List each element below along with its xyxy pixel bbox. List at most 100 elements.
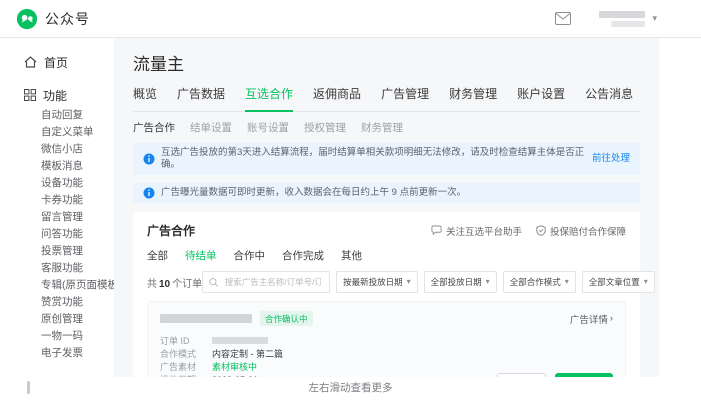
sidebar: 首页 功能 自动回复 自定义菜单 微信小店 模板消息 设备功能 卡券功能 留言管…: [0, 38, 122, 377]
main-content: 流量主 概览 广告数据 互选合作 返佣商品 广告管理 财务管理 账户设置 公告消…: [114, 38, 659, 377]
follow-assistant-label: 关注互选平台助手: [445, 226, 522, 238]
card-header-links: 关注互选平台助手 投保赔付合作保障: [431, 224, 626, 238]
field-value-material-status: 素材审核中: [212, 362, 258, 372]
sidebar-item-album-page-template[interactable]: 专辑(原页面模板): [0, 277, 122, 294]
cooperation-mode-filter-dropdown[interactable]: 全部合作模式 ▾: [502, 271, 576, 293]
tab-account-settings[interactable]: 账户设置: [517, 85, 565, 111]
wechat-mp-logo-icon: [16, 8, 38, 29]
account-menu[interactable]: ▾: [599, 10, 657, 27]
tab-rebate-products[interactable]: 返佣商品: [313, 85, 361, 111]
field-ad-material: 广告素材 素材审核中: [160, 360, 613, 373]
search-icon: [209, 277, 219, 287]
notice-action-link[interactable]: 前往处理: [592, 153, 630, 165]
chevron-down-icon: ▾: [564, 277, 569, 286]
main-layout: 首页 功能 自动回复 自定义菜单 微信小店 模板消息 设备功能 卡券功能 留言管…: [0, 38, 701, 377]
brand[interactable]: 公众号: [16, 8, 90, 30]
order-search-box: [202, 271, 331, 293]
subtab-account-settings[interactable]: 账号设置: [247, 120, 289, 135]
filter-cooperating[interactable]: 合作中: [234, 248, 266, 263]
guarantee-label: 投保赔付合作保障: [549, 226, 626, 238]
subtab-ad-cooperation[interactable]: 广告合作: [133, 120, 175, 135]
tab-ad-management[interactable]: 广告管理: [381, 85, 429, 111]
swipe-hint: 左右滑动查看更多: [308, 382, 393, 394]
tab-overview[interactable]: 概览: [133, 85, 157, 111]
subtab-authorization-management[interactable]: 授权管理: [304, 120, 346, 135]
ad-cooperation-card: 广告合作 关注互选平台助手 投保赔付合作保障 全部 待结单 合作中 合作完成 其…: [133, 212, 655, 377]
notice-text: 互选广告投放的第3天进入结算流程，届时结算单相关款项明细无法修改，请及时检查结算…: [161, 147, 585, 170]
chat-bubble-icon: [431, 225, 442, 236]
chevron-right-icon: ›: [609, 313, 613, 324]
filter-pending-settlement[interactable]: 待结单: [185, 248, 217, 263]
subtab-settlement-settings[interactable]: 结单设置: [190, 120, 232, 135]
sidebar-item-e-invoice[interactable]: 电子发票: [0, 345, 114, 362]
sidebar-item-mini-store[interactable]: 微信小店: [0, 141, 114, 158]
chevron-down-icon: ▾: [643, 277, 648, 286]
article-position-filter-dropdown[interactable]: 全部文章位置 ▾: [581, 271, 655, 293]
field-cooperation-mode: 合作模式 内容定制 - 第二篇: [160, 347, 613, 360]
order-count-prefix: 共: [147, 278, 157, 290]
order-count-number: 10: [159, 278, 171, 290]
field-value: 2023-05-01: [212, 375, 258, 378]
subtab-finance-management[interactable]: 财务管理: [361, 120, 403, 135]
order-fields: 订单 ID 合作模式 内容定制 - 第二篇 广告素材 素材审核中 投放日期: [160, 334, 613, 377]
sidebar-item-template-message[interactable]: 模板消息: [0, 158, 114, 175]
sidebar-item-vote-management[interactable]: 投票管理: [0, 243, 114, 260]
sidebar-function-list: 自动回复 自定义菜单 微信小店 模板消息 设备功能 卡券功能 留言管理 问答功能…: [0, 107, 122, 362]
card-title: 广告合作: [147, 224, 196, 238]
follow-assistant-link[interactable]: 关注互选平台助手: [431, 224, 522, 238]
sidebar-item-card-coupon[interactable]: 卡券功能: [0, 192, 114, 209]
tab-announcements[interactable]: 公告消息: [585, 85, 633, 111]
order-count-suffix: 个订单: [172, 278, 203, 290]
sidebar-item-customer-service[interactable]: 客服功能: [0, 260, 114, 277]
sidebar-item-qa-feature[interactable]: 问答功能: [0, 226, 114, 243]
sidebar-item-custom-menu[interactable]: 自定义菜单: [0, 124, 114, 141]
filter-all[interactable]: 全部: [147, 248, 168, 263]
main-tabs: 概览 广告数据 互选合作 返佣商品 广告管理 财务管理 账户设置 公告消息: [133, 85, 640, 112]
sidebar-item-one-item-one-code[interactable]: 一物一码: [0, 328, 114, 345]
sidebar-item-home[interactable]: 首页: [0, 52, 114, 72]
field-label: 投放日期: [160, 373, 212, 377]
field-label: 合作模式: [160, 349, 197, 359]
notice-settlement: 互选广告投放的第3天进入结算流程，届时结算单相关款项明细无法修改，请及时检查结算…: [133, 143, 640, 175]
filter-completed[interactable]: 合作完成: [282, 248, 324, 263]
home-icon: [24, 56, 37, 68]
chevron-down-icon: ▾: [652, 13, 657, 23]
info-icon: [143, 153, 155, 165]
accept-order-button[interactable]: 确认接单: [554, 373, 613, 377]
grid-icon: [24, 89, 36, 101]
delivery-date-filter-dropdown[interactable]: 全部投放日期 ▾: [423, 271, 497, 293]
field-value: 内容定制 - 第二篇: [212, 349, 283, 359]
order-id-redacted: [212, 337, 268, 344]
tab-mutual-cooperation[interactable]: 互选合作: [245, 85, 294, 112]
tab-ad-data[interactable]: 广告数据: [177, 85, 225, 111]
brand-name: 公众号: [45, 10, 90, 27]
order-actions: 剩余 13 小时 拒绝 确认接单: [424, 373, 613, 377]
sidebar-item-comment-management[interactable]: 留言管理: [0, 209, 114, 226]
order-header: 合作确认中 广告详情 ›: [160, 311, 613, 326]
sidebar-section-functions[interactable]: 功能: [0, 86, 114, 104]
mail-icon[interactable]: [555, 12, 572, 25]
card-header: 广告合作 关注互选平台助手 投保赔付合作保障: [147, 222, 626, 239]
page-title: 流量主: [133, 55, 184, 74]
sort-dropdown-label: 按最新投放日期: [343, 277, 403, 287]
guarantee-link[interactable]: 投保赔付合作保障: [536, 224, 626, 238]
sidebar-item-auto-reply[interactable]: 自动回复: [0, 107, 114, 124]
advertiser-name-redacted: [160, 314, 252, 323]
ad-detail-label: 广告详情: [569, 314, 608, 326]
sidebar-item-device-feature[interactable]: 设备功能: [0, 175, 114, 192]
chevron-down-icon: ▾: [406, 277, 411, 286]
sidebar-item-original-management[interactable]: 原创管理: [0, 311, 114, 328]
reject-button[interactable]: 拒绝: [496, 373, 546, 377]
sidebar-item-reward-feature[interactable]: 赞赏功能: [0, 294, 114, 311]
tab-finance-management[interactable]: 财务管理: [449, 85, 497, 111]
topbar-right: ▾: [555, 10, 657, 27]
search-input[interactable]: [222, 276, 324, 288]
ad-detail-link[interactable]: 广告详情 ›: [570, 312, 613, 326]
position-filter-label: 全部文章位置: [588, 277, 640, 287]
notice-text: 广告曝光量数据可即时更新，收入数据会在每日约上午 9 点前更新一次。: [161, 187, 467, 198]
sort-latest-date-dropdown[interactable]: 按最新投放日期 ▾: [336, 271, 418, 293]
chevron-down-icon: ▾: [485, 277, 490, 286]
filter-other[interactable]: 其他: [341, 248, 362, 263]
field-order-id: 订单 ID: [160, 334, 613, 347]
order-status-filters: 全部 待结单 合作中 合作完成 其他: [147, 248, 626, 263]
